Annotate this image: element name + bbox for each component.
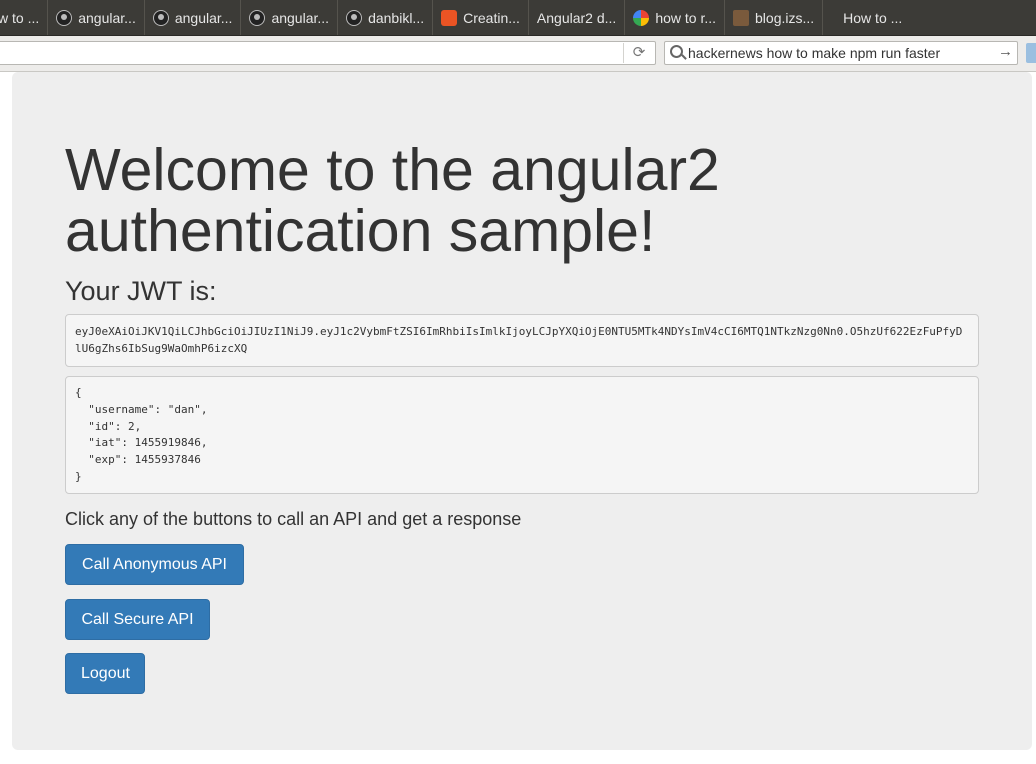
bookmark-label: How to ... <box>843 9 903 26</box>
address-bar[interactable]: ⟳ <box>0 41 656 65</box>
github-icon <box>152 9 169 26</box>
search-icon <box>670 45 683 58</box>
extension-icon[interactable] <box>1026 43 1036 63</box>
bookmark-label: angular... <box>174 9 233 26</box>
github-icon <box>249 9 266 26</box>
bookmark-label: w to ... <box>0 9 40 26</box>
bookmark-item[interactable]: w to ... <box>0 0 49 35</box>
github-icon <box>56 9 73 26</box>
github-icon <box>346 9 363 26</box>
bookmark-label: Angular2 d... <box>536 9 617 26</box>
blog-icon <box>733 9 750 26</box>
bookmark-label: angular... <box>271 9 330 26</box>
instruction-text: Click any of the buttons to call an API … <box>65 509 522 529</box>
bookmark-item[interactable]: how to r... <box>625 0 726 35</box>
bookmark-label: danbikl... <box>368 9 425 26</box>
bookmark-item[interactable]: blog.izs... <box>725 0 824 35</box>
bookmarks-bar: w to ... angular... angular... angular..… <box>0 0 1036 36</box>
bookmark-label: angular... <box>78 9 136 26</box>
bookmark-label: blog.izs... <box>755 9 815 26</box>
call-anonymous-api-button[interactable]: Call Anonymous API <box>65 544 244 585</box>
page-title: Welcome to the angular2 authentication s… <box>65 137 720 264</box>
jwt-token: eyJ0eXAiOiJKV1QiLCJhbGciOiJIUzI1NiJ9.eyJ… <box>65 314 979 367</box>
decoded-jwt: { "username": "dan", "id": 2, "iat": 145… <box>65 376 979 494</box>
bookmark-item[interactable]: danbikl... <box>338 0 434 35</box>
bookmark-item[interactable]: Creatin... <box>433 0 529 35</box>
go-arrow-icon[interactable]: → <box>998 43 1013 60</box>
logout-button[interactable]: Logout <box>65 653 145 694</box>
bookmark-item[interactable]: angular... <box>48 0 145 35</box>
call-secure-api-button[interactable]: Call Secure API <box>65 599 210 640</box>
google-icon <box>633 9 650 26</box>
bookmark-item[interactable]: How to ... <box>823 0 910 35</box>
browser-toolbar: ⟳ hackernews how to make npm run faster … <box>0 36 1036 72</box>
jwt-heading: Your JWT is: <box>65 276 217 306</box>
auth0-icon <box>441 9 458 26</box>
bookmark-item[interactable]: angular... <box>145 0 242 35</box>
search-box[interactable]: hackernews how to make npm run faster → <box>664 41 1018 65</box>
search-query: hackernews how to make npm run faster <box>688 45 941 61</box>
bookmark-label: Creatin... <box>463 9 520 26</box>
bookmark-item[interactable]: angular... <box>241 0 339 35</box>
bookmark-label: how to r... <box>655 9 717 26</box>
jumbotron: Welcome to the angular2 authentication s… <box>12 72 1032 750</box>
reload-icon[interactable]: ⟳ <box>623 43 654 63</box>
bookmark-item[interactable]: Angular2 d... <box>529 0 626 35</box>
